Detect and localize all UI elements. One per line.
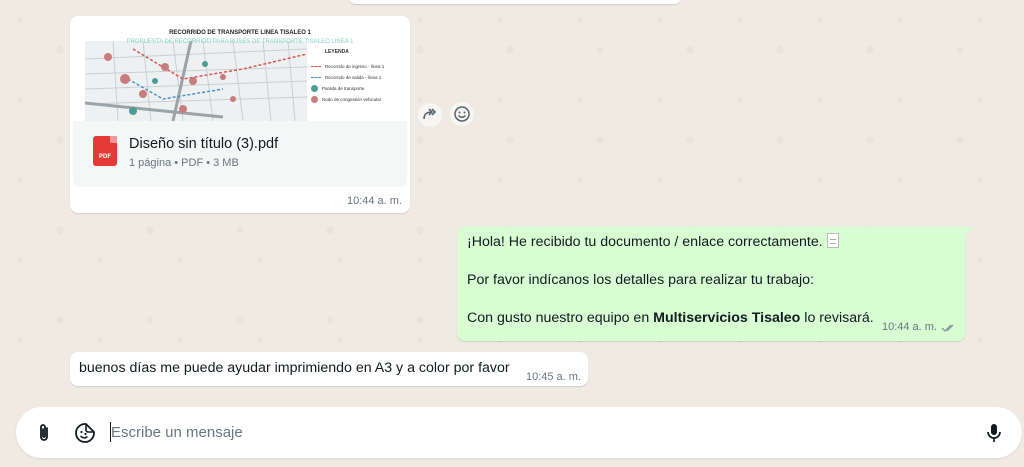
message-text: Con gusto nuestro equipo en — [467, 310, 654, 326]
incoming-message[interactable]: buenos días me puede ayudar imprimiendo … — [70, 352, 588, 386]
forward-button[interactable] — [418, 103, 442, 127]
react-button[interactable] — [450, 102, 474, 126]
message-line: Por favor indícanos los detalles para re… — [467, 272, 814, 288]
pdf-badge: PDF — [99, 154, 111, 160]
legend-red-line — [311, 66, 321, 67]
legend-label: Parada de transporte — [322, 86, 365, 91]
document-card[interactable]: RECORRIDO DE TRANSPORTE LINEA TISALEO 1 … — [73, 19, 407, 187]
legend-row: Nodo de congestión vehicular — [311, 94, 401, 105]
legend-label: Recorrido de ingreso - línea 1 — [325, 64, 385, 69]
legend-label: Recorrido de salida - línea 1 — [325, 75, 382, 80]
message-text: buenos días me puede ayudar imprimiendo … — [79, 360, 510, 376]
document-preview[interactable]: RECORRIDO DE TRANSPORTE LINEA TISALEO 1 … — [73, 19, 407, 121]
message-line: ¡Hola! He recibido tu documento / enlace… — [467, 233, 957, 252]
preview-subtitle: PROPUESTA DE RECORRIDO PARA BUSES DE TRA… — [126, 39, 354, 45]
message-meta: 10:44 a. m. — [882, 318, 957, 337]
message-text: lo revisará. — [800, 310, 874, 326]
composer-footer — [0, 398, 1024, 467]
legend-title: LEYENDA — [325, 49, 349, 55]
business-name: Multiservicios Tisaleo — [653, 310, 801, 326]
sticker-button[interactable] — [71, 419, 99, 447]
sticker-icon — [75, 423, 95, 443]
message-composer — [16, 407, 1022, 458]
preview-title: RECORRIDO DE TRANSPORTE LINEA TISALEO 1 — [169, 30, 311, 36]
message-timestamp: 10:44 a. m. — [346, 195, 402, 207]
voice-message-button[interactable] — [980, 419, 1008, 447]
message-text: ¡Hola! He recibido tu documento / enlace… — [467, 234, 823, 250]
legend-row: Recorrido de ingreso - línea 1 — [311, 61, 401, 72]
pdf-file-icon: PDF — [93, 136, 117, 166]
paperclip-icon — [40, 424, 48, 441]
document-text: Diseño sin título (3).pdf 1 página • PDF… — [129, 135, 278, 169]
legend-row: Recorrido de salida - línea 1 — [311, 72, 401, 83]
attach-button[interactable] — [30, 419, 58, 447]
message-timestamp: 10:44 a. m. — [881, 321, 937, 333]
forward-icon — [423, 108, 437, 120]
emoji-icon — [454, 106, 470, 122]
legend-row: Parada de transporte — [311, 83, 401, 94]
document-file-meta: 1 página • PDF • 3 MB — [129, 157, 239, 169]
document-info[interactable]: PDF Diseño sin título (3).pdf 1 página •… — [73, 121, 407, 187]
legend-blue-line — [311, 77, 321, 78]
microphone-icon — [987, 424, 1001, 442]
message-timestamp: 10:45 a. m. — [525, 371, 581, 383]
outgoing-message[interactable]: ¡Hola! He recibido tu documento / enlace… — [457, 227, 973, 341]
document-emoji-icon — [826, 233, 839, 248]
document-file-name: Diseño sin título (3).pdf — [129, 136, 279, 152]
read-ticks-icon — [941, 324, 954, 332]
message-input[interactable] — [111, 420, 961, 444]
document-message[interactable]: RECORRIDO DE TRANSPORTE LINEA TISALEO 1 … — [70, 16, 410, 213]
previous-message-edge — [350, 0, 680, 4]
chevron-down-icon[interactable] — [387, 27, 401, 41]
legend-stop-dot — [311, 85, 318, 92]
legend-node-dot — [311, 96, 318, 103]
legend-label: Nodo de congestión vehicular — [322, 97, 382, 102]
preview-legend: LEYENDA Recorrido de ingreso - línea 1 R… — [311, 49, 401, 119]
